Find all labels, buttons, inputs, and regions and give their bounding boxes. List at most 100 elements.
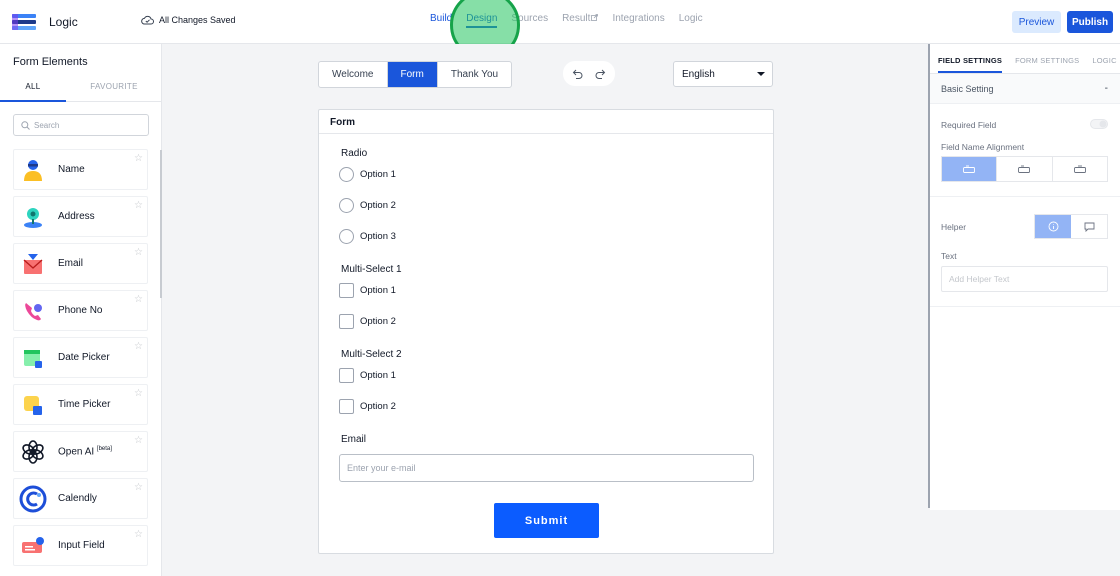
checkbox-option[interactable]: Option 2 — [339, 399, 396, 414]
required-toggle[interactable] — [1090, 119, 1108, 129]
page-tab-form[interactable]: Form — [387, 62, 438, 87]
star-icon[interactable]: ☆ — [134, 200, 143, 211]
element-item-time-picker[interactable]: Time Picker ☆ — [13, 384, 148, 425]
helper-text-label: Text — [941, 251, 957, 261]
collapse-icon[interactable]: - — [1105, 83, 1108, 94]
multi-select-1-label: Multi-Select 1 — [341, 264, 402, 275]
tab-result[interactable]: Result — [562, 13, 599, 28]
element-item-name[interactable]: Name ☆ — [13, 149, 148, 190]
app-logo-icon — [12, 12, 36, 32]
address-pin-icon — [18, 202, 48, 232]
settings-panel: FIELD SETTINGS FORM SETTINGS LOGIC Basic… — [930, 44, 1120, 576]
tab-field-settings[interactable]: FIELD SETTINGS — [938, 44, 1003, 73]
element-list-scrollbar[interactable] — [160, 150, 162, 298]
element-item-email[interactable]: Email ☆ — [13, 243, 148, 284]
align-inline-button[interactable] — [1052, 157, 1107, 181]
element-item-phone[interactable]: Phone No ☆ — [13, 290, 148, 331]
element-item-input-field[interactable]: Input Field ☆ — [13, 525, 148, 566]
checkbox[interactable] — [339, 399, 354, 414]
star-icon[interactable]: ☆ — [134, 341, 143, 352]
tab-form-settings[interactable]: FORM SETTINGS — [1015, 44, 1079, 73]
calendly-icon — [18, 484, 48, 514]
alignment-options — [941, 156, 1108, 182]
tab-result-label: Result — [562, 13, 591, 24]
form-elements-title: Form Elements — [13, 56, 88, 68]
tooltip-icon — [1084, 222, 1094, 232]
radio-option[interactable]: Option 1 — [339, 167, 396, 182]
helper-text-input[interactable] — [941, 266, 1108, 292]
element-label: Time Picker — [58, 399, 111, 410]
language-select[interactable]: English — [673, 61, 773, 87]
star-icon[interactable]: ☆ — [134, 388, 143, 399]
element-item-open-ai[interactable]: Open AI [beta] ☆ — [13, 431, 148, 472]
checkbox[interactable] — [339, 283, 354, 298]
option-label: Option 1 — [360, 285, 396, 296]
external-link-icon — [591, 14, 599, 21]
page-tab-thank-you[interactable]: Thank You — [438, 62, 511, 87]
checkbox-option[interactable]: Option 1 — [339, 283, 396, 298]
chevron-down-icon — [757, 72, 765, 76]
helper-info-button[interactable] — [1035, 215, 1071, 238]
tab-build[interactable]: Build — [430, 13, 452, 28]
radio-button[interactable] — [339, 167, 354, 182]
checkbox-option[interactable]: Option 1 — [339, 368, 396, 383]
tab-all[interactable]: ALL — [0, 80, 66, 102]
checkbox[interactable] — [339, 368, 354, 383]
star-icon[interactable]: ☆ — [134, 482, 143, 493]
option-label: Option 2 — [360, 401, 396, 412]
email-field-label: Email — [341, 434, 367, 445]
star-icon[interactable]: ☆ — [134, 435, 143, 446]
page-tab-welcome[interactable]: Welcome — [319, 62, 388, 87]
tab-sources[interactable]: Sources — [511, 13, 548, 28]
helper-label: Helper — [941, 222, 967, 232]
radio-field-label: Radio — [341, 148, 368, 159]
publish-button[interactable]: Publish — [1067, 11, 1113, 33]
form-preview-card: Form Radio Option 1 Option 2 Option 3 Mu… — [318, 109, 774, 554]
element-label: Calendly — [58, 493, 97, 504]
person-icon — [18, 155, 48, 185]
submit-button[interactable]: Submit — [494, 503, 599, 538]
tab-logic[interactable]: Logic — [679, 13, 703, 28]
radio-option[interactable]: Option 3 — [339, 229, 396, 244]
clock-icon — [18, 390, 48, 420]
checkbox-option[interactable]: Option 2 — [339, 314, 396, 329]
tab-design[interactable]: Design — [466, 13, 498, 28]
element-item-calendly[interactable]: Calendly ☆ — [13, 478, 148, 519]
undo-icon[interactable] — [572, 68, 584, 79]
tab-favourite[interactable]: FAVOURITE — [66, 80, 162, 101]
element-label: Input Field — [58, 540, 105, 551]
element-search[interactable] — [13, 114, 149, 136]
openai-icon — [18, 437, 48, 467]
radio-option[interactable]: Option 2 — [339, 198, 396, 213]
star-icon[interactable]: ☆ — [134, 153, 143, 164]
tab-integrations[interactable]: Integrations — [612, 13, 664, 28]
option-label: Option 2 — [360, 200, 396, 211]
divider — [930, 196, 1120, 197]
tab-logic-settings[interactable]: LOGIC — [1092, 44, 1116, 73]
align-top-button[interactable] — [942, 157, 998, 181]
settings-panel-body: FIELD SETTINGS FORM SETTINGS LOGIC Basic… — [930, 44, 1120, 510]
email-field[interactable] — [339, 454, 754, 482]
input-field-icon — [18, 531, 48, 561]
phone-icon — [18, 296, 48, 326]
align-top-icon — [963, 165, 976, 173]
save-status: All Changes Saved — [141, 15, 236, 25]
basic-setting-header[interactable]: Basic Setting - — [930, 74, 1120, 104]
radio-button[interactable] — [339, 198, 354, 213]
star-icon[interactable]: ☆ — [134, 529, 143, 540]
star-icon[interactable]: ☆ — [134, 294, 143, 305]
element-item-address[interactable]: Address ☆ — [13, 196, 148, 237]
preview-button[interactable]: Preview — [1012, 11, 1061, 33]
search-icon — [21, 120, 30, 130]
form-elements-list: Name ☆ Address ☆ Email ☆ Phone No ☆ Date… — [13, 149, 149, 572]
option-label: Option 1 — [360, 169, 396, 180]
checkbox[interactable] — [339, 314, 354, 329]
radio-button[interactable] — [339, 229, 354, 244]
redo-icon[interactable] — [594, 68, 606, 79]
element-item-date-picker[interactable]: Date Picker ☆ — [13, 337, 148, 378]
helper-tooltip-button[interactable] — [1071, 215, 1107, 238]
star-icon[interactable]: ☆ — [134, 247, 143, 258]
align-left-button[interactable] — [997, 157, 1053, 181]
multi-select-2-label: Multi-Select 2 — [341, 349, 402, 360]
search-input[interactable] — [34, 120, 144, 130]
